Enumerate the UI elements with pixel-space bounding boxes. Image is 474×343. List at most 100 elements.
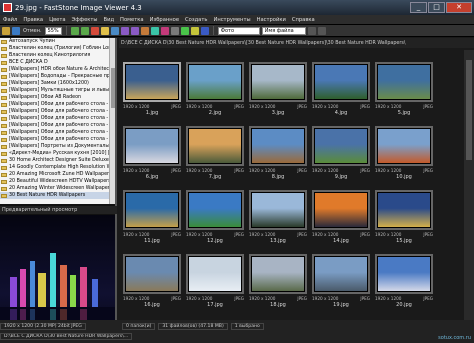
filter-select[interactable]: Фото bbox=[217, 26, 260, 35]
folder-tree-item[interactable]: [Wallpapers] Обои для рабочего стола - М… bbox=[0, 115, 111, 122]
email-icon[interactable] bbox=[140, 26, 149, 35]
open-label[interactable]: Отмен. bbox=[23, 28, 42, 34]
thumbnail-frame[interactable] bbox=[312, 126, 370, 166]
thumbnail-item[interactable]: 1920 x 1200 JPEG 7.jpg bbox=[184, 118, 246, 180]
menu-item[interactable]: Настройки bbox=[257, 17, 286, 23]
grid-scrollbar[interactable] bbox=[464, 50, 474, 320]
folder-tree-item[interactable]: 30 Home Architect Designer Suite Deluxe … bbox=[0, 157, 111, 164]
thumbnail-frame[interactable] bbox=[123, 62, 181, 102]
thumbnail-frame[interactable] bbox=[375, 254, 433, 294]
folder-tree-item[interactable]: [Wallpapers] Обои для рабочего стола - П… bbox=[0, 122, 111, 129]
thumbnail-item[interactable]: 1920 x 1200 JPEG 17.jpg bbox=[184, 246, 246, 308]
menu-item[interactable]: Справка bbox=[292, 17, 315, 23]
open-folder-icon[interactable] bbox=[2, 26, 10, 35]
slideshow-icon[interactable] bbox=[150, 26, 159, 35]
folder-tree-item[interactable]: [Wallpapers] Обои А8 Radeon bbox=[0, 94, 111, 101]
compare-icon[interactable] bbox=[160, 26, 169, 35]
rotate-right-icon[interactable] bbox=[130, 26, 139, 35]
print-icon[interactable] bbox=[170, 26, 179, 35]
menu-item[interactable]: Файл bbox=[3, 17, 17, 23]
forward-icon[interactable] bbox=[80, 26, 89, 35]
zoom-field[interactable]: 55% bbox=[44, 26, 62, 35]
favorites-icon[interactable] bbox=[190, 26, 199, 35]
thumbnail-frame[interactable] bbox=[186, 254, 244, 294]
thumbnail-frame[interactable] bbox=[186, 190, 244, 230]
browse-icon[interactable] bbox=[12, 26, 20, 35]
refresh-icon[interactable] bbox=[180, 26, 189, 35]
thumbnail-item[interactable]: 1920 x 1200 JPEG 19.jpg bbox=[310, 246, 372, 308]
thumbnail-frame[interactable] bbox=[375, 62, 433, 102]
thumbnail-frame[interactable] bbox=[249, 126, 307, 166]
folder-tree-item[interactable]: 20 Amazing Winter Widescreen Wallpapers bbox=[0, 185, 111, 192]
thumbnail-item[interactable]: 1920 x 1200 JPEG 2.jpg bbox=[184, 54, 246, 116]
folder-tree-item[interactable]: Властелин колец Кинотрилогия bbox=[0, 52, 111, 59]
folder-tree-item[interactable]: [Wallpapers] Обои для рабочего стола - А… bbox=[0, 101, 111, 108]
thumbnail-frame[interactable] bbox=[249, 254, 307, 294]
thumbnail-frame[interactable] bbox=[123, 254, 181, 294]
folder-tree-item[interactable]: 20 Amazing Microsoft Zune HD Wallpapers bbox=[0, 171, 111, 178]
thumbnail-item[interactable]: 1920 x 1200 JPEG 15.jpg bbox=[373, 182, 435, 244]
menu-item[interactable]: Избранное bbox=[150, 17, 179, 23]
move-icon[interactable] bbox=[110, 26, 119, 35]
folder-tree-item[interactable]: Автозапуск Чупин bbox=[0, 38, 111, 45]
delete-icon[interactable] bbox=[90, 26, 99, 35]
folder-tree-item[interactable]: [Wallpapers] Портреты из Документальных bbox=[0, 143, 111, 150]
thumbnail-item[interactable]: 1920 x 1200 JPEG 6.jpg bbox=[121, 118, 183, 180]
menu-item[interactable]: Инструменты bbox=[213, 17, 250, 23]
folder-tree-item[interactable]: [Wallpapers] Обои для рабочего стола - С… bbox=[0, 136, 111, 143]
minimize-button[interactable]: _ bbox=[410, 2, 427, 13]
thumbnail-frame[interactable] bbox=[312, 254, 370, 294]
thumbnail-frame[interactable] bbox=[186, 62, 244, 102]
current-path[interactable]: D:\ВСЕ С ДИСКА D\30 Best Nature HDR Wall… bbox=[121, 41, 405, 46]
copy-icon[interactable] bbox=[100, 26, 109, 35]
menu-item[interactable]: Вид bbox=[104, 17, 115, 23]
folder-tree-item[interactable]: [Wallpapers] Замки (1600x1200) bbox=[0, 80, 111, 87]
folder-tree-item[interactable]: 20 Beautiful Widescreen HDTV Wallpapers bbox=[0, 178, 111, 185]
thumbnail-frame[interactable] bbox=[312, 190, 370, 230]
thumbnail-frame[interactable] bbox=[375, 126, 433, 166]
thumbnail-item[interactable]: 1920 x 1200 JPEG 11.jpg bbox=[121, 182, 183, 244]
back-icon[interactable] bbox=[70, 26, 79, 35]
folder-tree-item[interactable]: ВСЕ С ДИСКА D bbox=[0, 59, 111, 66]
menu-item[interactable]: Эффекты bbox=[72, 17, 98, 23]
folder-tree-item[interactable]: Властелин колец (Трилогия) Гоблин Lord o… bbox=[0, 45, 111, 52]
folder-tree-item[interactable]: [Wallpapers] Мультяшные тигры и львы bbox=[0, 87, 111, 94]
maximize-button[interactable]: □ bbox=[428, 2, 445, 13]
thumbnail-item[interactable]: 1920 x 1200 JPEG 12.jpg bbox=[184, 182, 246, 244]
folder-tree-item[interactable]: 14 Goodly Contemplate High Resolution Wa… bbox=[0, 164, 111, 171]
address-bar[interactable]: D:\ВСЕ С ДИСКА D\30 Best Nature HDR Wall… bbox=[119, 38, 474, 48]
thumbnail-item[interactable]: 1920 x 1200 JPEG 4.jpg bbox=[310, 54, 372, 116]
thumbnail-item[interactable]: 1920 x 1200 JPEG 1.jpg bbox=[121, 54, 183, 116]
close-button[interactable]: ✕ bbox=[446, 2, 472, 13]
thumbnail-item[interactable]: 1920 x 1200 JPEG 9.jpg bbox=[310, 118, 372, 180]
thumbnail-frame[interactable] bbox=[186, 126, 244, 166]
menu-item[interactable]: Пометка bbox=[120, 17, 144, 23]
thumbnail-frame[interactable] bbox=[123, 126, 181, 166]
tree-scrollbar[interactable] bbox=[109, 38, 115, 204]
sort-select[interactable]: Имя файла bbox=[261, 26, 306, 35]
folder-tree-item[interactable]: [Wallpapers] HDR обои Nature & Architect… bbox=[0, 66, 111, 73]
view-mode-icon[interactable] bbox=[317, 26, 326, 35]
thumbnail-item[interactable]: 1920 x 1200 JPEG 3.jpg bbox=[247, 54, 309, 116]
rotate-left-icon[interactable] bbox=[120, 26, 129, 35]
thumbnail-frame[interactable] bbox=[375, 190, 433, 230]
thumbnail-item[interactable]: 1920 x 1200 JPEG 20.jpg bbox=[373, 246, 435, 308]
folder-tree-item[interactable]: 30 Best Nature HDR Wallpapers bbox=[0, 192, 111, 199]
thumbnail-frame[interactable] bbox=[312, 62, 370, 102]
thumbnail-item[interactable]: 1920 x 1200 JPEG 18.jpg bbox=[247, 246, 309, 308]
thumbnail-item[interactable]: 1920 x 1200 JPEG 13.jpg bbox=[247, 182, 309, 244]
menu-item[interactable]: Правка bbox=[23, 17, 43, 23]
thumbnail-item[interactable]: 1920 x 1200 JPEG 5.jpg bbox=[373, 54, 435, 116]
thumbnail-item[interactable]: 1920 x 1200 JPEG 16.jpg bbox=[121, 246, 183, 308]
settings-icon[interactable] bbox=[200, 26, 209, 35]
folder-tree-item[interactable]: [Wallpapers] Водопады - Прекрасные приро bbox=[0, 73, 111, 80]
folder-tree-item[interactable]: [Wallpapers] Обои для рабочего стола - Р… bbox=[0, 129, 111, 136]
sort-order-icon[interactable] bbox=[307, 26, 316, 35]
menu-item[interactable]: Цвета bbox=[49, 17, 65, 23]
menu-item[interactable]: Создать bbox=[185, 17, 207, 23]
folder-tree-item[interactable]: «Директ-Медиа» Русская кухня [2010] [Рус bbox=[0, 150, 111, 157]
thumbnail-frame[interactable] bbox=[249, 62, 307, 102]
thumbnail-item[interactable]: 1920 x 1200 JPEG 8.jpg bbox=[247, 118, 309, 180]
thumbnail-frame[interactable] bbox=[249, 190, 307, 230]
folder-tree-item[interactable]: [Wallpapers] Обои для рабочего стола - В… bbox=[0, 108, 111, 115]
